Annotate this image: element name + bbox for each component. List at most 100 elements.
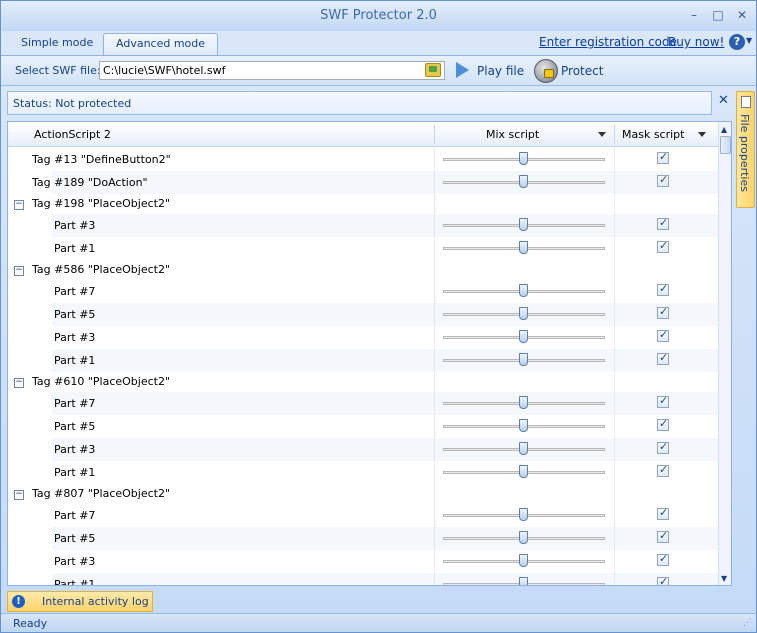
table-row[interactable]: Part #5 bbox=[8, 303, 718, 326]
slider-thumb[interactable] bbox=[519, 531, 528, 544]
minimize-button[interactable]: – bbox=[685, 7, 703, 23]
select-swf-label: Select SWF file: bbox=[15, 64, 101, 77]
tab-advanced-mode[interactable]: Advanced mode bbox=[103, 33, 219, 55]
mask-script-checkbox[interactable] bbox=[657, 328, 669, 342]
table-row[interactable]: Part #7 bbox=[8, 504, 718, 527]
scroll-down-icon[interactable]: ▼ bbox=[721, 574, 727, 583]
table-row[interactable]: Part #1 bbox=[8, 237, 718, 260]
column-actionscript[interactable]: ActionScript 2 bbox=[34, 128, 111, 141]
table-row[interactable]: Part #7 bbox=[8, 280, 718, 303]
mask-script-checkbox[interactable] bbox=[657, 282, 669, 296]
row-label: Tag #807 "PlaceObject2" bbox=[32, 487, 171, 500]
tab-simple-mode[interactable]: Simple mode bbox=[9, 33, 105, 55]
table-row[interactable]: Part #3 bbox=[8, 438, 718, 461]
collapse-icon[interactable]: − bbox=[14, 378, 24, 388]
enter-registration-link[interactable]: Enter registration code bbox=[539, 35, 677, 49]
play-file-button[interactable]: Play file bbox=[477, 64, 524, 78]
scroll-thumb[interactable] bbox=[720, 136, 731, 154]
table-row[interactable]: Tag #13 "DefineButton2" bbox=[8, 148, 718, 171]
row-label: Part #1 bbox=[54, 578, 96, 586]
collapse-icon[interactable]: − bbox=[14, 266, 24, 276]
slider-thumb[interactable] bbox=[519, 241, 528, 254]
mask-script-checkbox[interactable] bbox=[657, 305, 669, 319]
slider-thumb[interactable] bbox=[519, 442, 528, 455]
slider-thumb[interactable] bbox=[519, 218, 528, 231]
slider-thumb[interactable] bbox=[519, 508, 528, 521]
grid-scrollbar[interactable]: ▲ ▼ bbox=[718, 122, 731, 585]
row-label: Part #7 bbox=[54, 285, 96, 298]
close-button[interactable]: ✕ bbox=[733, 7, 751, 23]
file-properties-panel-tab[interactable]: File properties bbox=[736, 91, 755, 208]
mask-script-checkbox[interactable] bbox=[657, 575, 669, 585]
maximize-button[interactable]: □ bbox=[709, 7, 727, 23]
slider-thumb[interactable] bbox=[519, 396, 528, 409]
mask-script-checkbox[interactable] bbox=[657, 394, 669, 408]
tree-group-row[interactable]: − Tag #807 "PlaceObject2" bbox=[8, 484, 718, 504]
mask-script-checkbox[interactable] bbox=[657, 552, 669, 566]
table-row[interactable]: Part #7 bbox=[8, 392, 718, 415]
close-status-icon[interactable]: ✕ bbox=[718, 93, 729, 108]
mask-script-checkbox[interactable] bbox=[657, 463, 669, 477]
slider-thumb[interactable] bbox=[519, 465, 528, 478]
row-label: Part #3 bbox=[54, 219, 96, 232]
buy-now-link[interactable]: Buy now! bbox=[668, 35, 724, 49]
tree-group-row[interactable]: − Tag #198 "PlaceObject2" bbox=[8, 194, 718, 214]
collapse-icon[interactable]: − bbox=[14, 200, 24, 210]
row-label: Tag #13 "DefineButton2" bbox=[32, 153, 171, 166]
file-properties-label: File properties bbox=[738, 114, 751, 193]
slider-thumb[interactable] bbox=[519, 284, 528, 297]
table-row[interactable]: Part #5 bbox=[8, 527, 718, 550]
mask-script-checkbox[interactable] bbox=[657, 150, 669, 164]
activity-log-label: Internal activity log bbox=[42, 595, 149, 608]
mask-script-checkbox[interactable] bbox=[657, 239, 669, 253]
slider-thumb[interactable] bbox=[519, 152, 528, 165]
ready-text: Ready bbox=[13, 617, 48, 630]
mask-script-checkbox[interactable] bbox=[657, 173, 669, 187]
table-row[interactable]: Part #5 bbox=[8, 415, 718, 438]
mask-script-checkbox[interactable] bbox=[657, 351, 669, 365]
table-row[interactable]: Part #1 bbox=[8, 461, 718, 484]
tree-group-row[interactable]: − Tag #610 "PlaceObject2" bbox=[8, 372, 718, 392]
column-mix-script[interactable]: Mix script bbox=[486, 128, 539, 141]
row-label: Tag #586 "PlaceObject2" bbox=[32, 263, 171, 276]
mix-script-dropdown-icon[interactable] bbox=[598, 132, 606, 137]
mask-script-checkbox[interactable] bbox=[657, 506, 669, 520]
collapse-icon[interactable]: − bbox=[14, 490, 24, 500]
table-row[interactable]: Part #3 bbox=[8, 214, 718, 237]
column-mask-script[interactable]: Mask script bbox=[622, 128, 684, 141]
mask-script-checkbox[interactable] bbox=[657, 440, 669, 454]
slider-thumb[interactable] bbox=[519, 353, 528, 366]
mask-script-checkbox[interactable] bbox=[657, 529, 669, 543]
status-bar: Ready ⋰ bbox=[1, 613, 756, 632]
slider-thumb[interactable] bbox=[519, 307, 528, 320]
scroll-up-icon[interactable]: ▲ bbox=[721, 125, 727, 134]
table-row[interactable]: Part #1 bbox=[8, 349, 718, 372]
browse-folder-icon[interactable] bbox=[425, 63, 441, 77]
table-row[interactable]: Part #3 bbox=[8, 326, 718, 349]
slider-thumb[interactable] bbox=[519, 175, 528, 188]
tree-group-row[interactable]: − Tag #586 "PlaceObject2" bbox=[8, 260, 718, 280]
help-dropdown-icon[interactable]: ▼ bbox=[746, 36, 752, 45]
play-icon[interactable] bbox=[456, 62, 469, 78]
mask-script-checkbox[interactable] bbox=[657, 417, 669, 431]
activity-log-tab[interactable]: ! Internal activity log bbox=[7, 591, 153, 612]
help-icon[interactable]: ? bbox=[729, 34, 745, 50]
slider-thumb[interactable] bbox=[519, 554, 528, 567]
resize-grip-icon[interactable]: ⋰ bbox=[743, 618, 752, 628]
row-label: Part #5 bbox=[54, 532, 96, 545]
row-label: Tag #189 "DoAction" bbox=[32, 176, 148, 189]
protect-button[interactable]: Protect bbox=[561, 64, 603, 78]
row-label: Tag #610 "PlaceObject2" bbox=[32, 375, 171, 388]
grid-header: ActionScript 2 Mix script Mask script bbox=[8, 122, 718, 147]
swf-file-input[interactable] bbox=[99, 61, 445, 80]
table-row[interactable]: Part #1 bbox=[8, 573, 718, 586]
slider-thumb[interactable] bbox=[519, 330, 528, 343]
mask-script-dropdown-icon[interactable] bbox=[698, 132, 706, 137]
table-row[interactable]: Part #3 bbox=[8, 550, 718, 573]
protect-lock-icon[interactable] bbox=[534, 59, 558, 83]
slider-thumb[interactable] bbox=[519, 577, 528, 585]
mask-script-checkbox[interactable] bbox=[657, 216, 669, 230]
row-label: Tag #198 "PlaceObject2" bbox=[32, 197, 171, 210]
table-row[interactable]: Tag #189 "DoAction" bbox=[8, 171, 718, 194]
slider-thumb[interactable] bbox=[519, 419, 528, 432]
